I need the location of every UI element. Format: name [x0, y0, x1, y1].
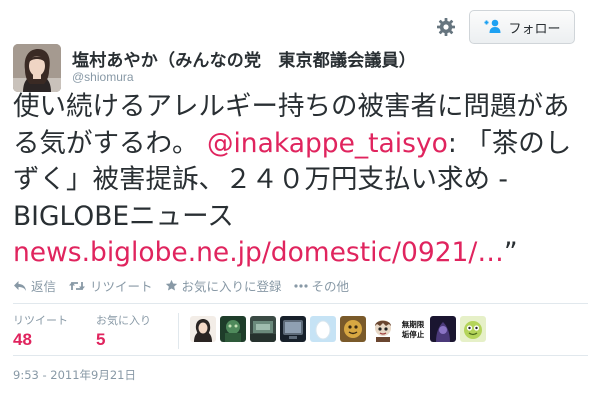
divider: [13, 303, 588, 304]
favoriter-avatar[interactable]: [340, 316, 366, 342]
tweet-text: 使い続けるアレルギー持ちの被害者に問題がある気がするわ。 @inakappe_t…: [13, 89, 593, 272]
reply-button[interactable]: 返信: [13, 276, 56, 295]
tweet-timestamp[interactable]: 9:53 - 2011年9月21日: [13, 367, 136, 383]
url-link[interactable]: news.biglobe.ne.jp/domestic/0921/…: [13, 237, 504, 268]
author-screen-name[interactable]: @shiomura: [72, 70, 134, 84]
favoriter-avatar[interactable]: [250, 316, 276, 342]
divider: [13, 355, 588, 356]
retweet-count[interactable]: リツイート 48: [13, 312, 68, 350]
follow-button[interactable]: フォロー: [469, 10, 575, 44]
author-display-name[interactable]: 塩村あやか（みんなの党 東京都議会議員）: [72, 46, 416, 71]
retweet-label: リツイート: [90, 279, 153, 294]
stats-separator: [178, 313, 179, 349]
favoriter-avatar[interactable]: [430, 316, 456, 342]
favoriter-avatar[interactable]: [370, 316, 396, 342]
follow-label: フォロー: [508, 21, 561, 37]
author-avatar[interactable]: [13, 44, 61, 92]
favoriter-avatar[interactable]: [190, 316, 216, 342]
more-label: その他: [311, 279, 350, 294]
favorite-count[interactable]: お気に入り 5: [96, 312, 151, 350]
svg-text:無期限: 無期限: [402, 319, 425, 329]
retweet-button[interactable]: リツイート: [68, 276, 153, 295]
tweet-card: 塩村あやか（みんなの党 東京都議会議員） @shiomura フォロー 使い続け…: [0, 0, 600, 400]
retweet-icon: [68, 280, 86, 292]
star-icon: [165, 279, 178, 292]
favoriter-avatar[interactable]: [280, 316, 306, 342]
gear-icon[interactable]: [436, 17, 456, 37]
svg-text:垢停止: 垢停止: [402, 329, 425, 339]
favoriter-avatar[interactable]: [310, 316, 336, 342]
favoriters-avatars: 無期限 垢停止: [190, 316, 486, 342]
favorite-label: お気に入りに登録: [181, 279, 282, 294]
more-dots-icon: [293, 283, 308, 288]
add-user-icon: [483, 18, 503, 37]
favorite-count-label: お気に入り: [96, 314, 151, 327]
retweet-count-label: リツイート: [13, 314, 68, 327]
favorite-button[interactable]: お気に入りに登録: [165, 276, 282, 295]
reply-icon: [13, 280, 27, 292]
favoriter-avatar[interactable]: [220, 316, 246, 342]
favoriter-avatar[interactable]: [460, 316, 486, 342]
more-button[interactable]: その他: [293, 276, 350, 295]
tweet-actions: 返信 リツイート お気に入りに登録 その他: [13, 276, 361, 295]
favorite-count-value: 5: [96, 330, 106, 349]
mention-link[interactable]: @inakappe_taisyo: [207, 128, 448, 159]
favoriter-avatar[interactable]: 無期限 垢停止: [400, 316, 426, 342]
reply-label: 返信: [31, 279, 57, 294]
tweet-text-end: ”: [503, 237, 518, 268]
retweet-count-value: 48: [13, 330, 32, 349]
